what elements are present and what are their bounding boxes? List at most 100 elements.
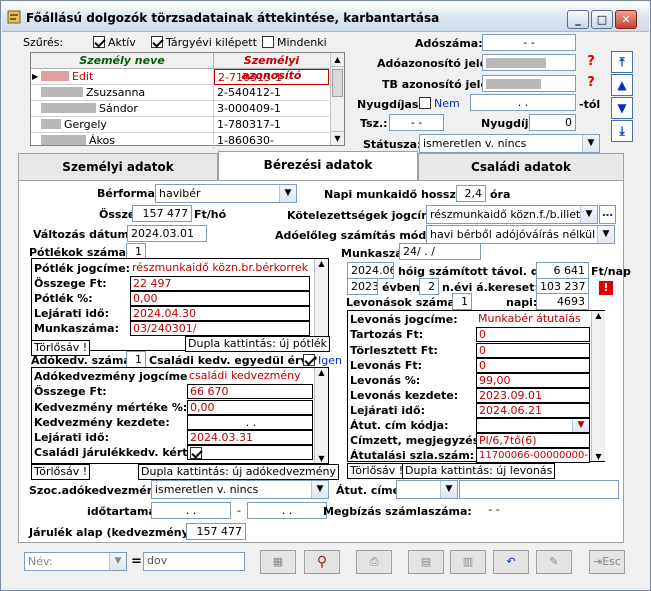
close-button[interactable]: ✕ [615, 10, 637, 29]
lev-kezdete-value[interactable]: 2023.09.01 [476, 388, 590, 403]
nyugdijas-checkbox[interactable]: Nem [419, 97, 460, 110]
table-row-id[interactable]: 1-780317-1 [214, 117, 329, 133]
more-button[interactable]: … [599, 205, 616, 224]
idotartama-from[interactable]: . . [151, 502, 231, 519]
table-row[interactable]: Zsuzsanna [31, 85, 214, 101]
tsz-field[interactable]: - - [389, 114, 444, 131]
save-icon-button[interactable]: ▦ [260, 550, 296, 574]
search-binoculars-button[interactable]: ⚲ [304, 550, 340, 574]
chevron-down-icon[interactable]: ▼ [572, 419, 589, 432]
tab-berezes[interactable]: Bérezési adatok [218, 151, 418, 181]
kedv-jarulek-checkbox[interactable] [187, 445, 313, 460]
lev-pct-value[interactable]: 99,00 [476, 373, 590, 388]
potlek-munkaszam-value[interactable]: 03/240301/ [130, 321, 310, 336]
delete-record-button[interactable]: ✎ [536, 550, 572, 574]
kedv-box[interactable]: Adókedvezmény jogcíme: családi kedvezmén… [31, 367, 329, 464]
kedv-scrollbar[interactable]: ▲ ▼ [314, 368, 328, 463]
search-field-select[interactable]: Név: ▼ [24, 552, 127, 571]
kedv-lejarat-value[interactable]: 2024.03.31 [187, 430, 313, 445]
berforma-select[interactable]: havibér ▼ [155, 184, 297, 203]
table-row-id[interactable]: 2-710315-1 [214, 69, 329, 85]
levonasok-field[interactable]: 1 [452, 293, 472, 310]
chevron-down-icon[interactable]: ▼ [580, 206, 597, 223]
table-row[interactable]: Sándor [31, 101, 214, 117]
valtozas-field[interactable]: 2024.03.01 [127, 225, 207, 242]
table-row[interactable]: Gergely [31, 117, 214, 133]
prev-record-button[interactable]: ▲ [611, 74, 633, 96]
tavol-value[interactable]: 6 641 [536, 262, 589, 279]
exit-button[interactable]: ⇥Esc [589, 550, 625, 574]
table-row[interactable]: Ákos [31, 133, 214, 149]
kedv-kezdete-value[interactable]: . . [187, 415, 313, 430]
warning-icon[interactable]: ! [599, 281, 613, 295]
tab-szemelyi[interactable]: Személyi adatok [18, 153, 218, 181]
kedv-torlosav-button[interactable]: Törlősáv ! [31, 464, 91, 480]
levonas-box[interactable]: Levonás jogcíme: Munkabér átutalás Tarto… [347, 310, 605, 463]
chevron-down-icon[interactable]: ▼ [311, 481, 328, 498]
lev-szla-value[interactable]: 11700066-00000000-203 [476, 448, 590, 463]
lev-torlesztett-value[interactable]: 0 [476, 343, 590, 358]
potlek-pct-value[interactable]: 0,00 [130, 291, 310, 306]
idotartama-to[interactable]: . . [247, 502, 327, 519]
atut-cime-select[interactable]: ▼ [396, 480, 458, 499]
nyugdij-field[interactable]: 0 [529, 114, 576, 131]
adoeloleg-select[interactable]: havi bérből adójóváírás nélkül ▼ [426, 225, 615, 244]
levonas-torlosav-button[interactable]: Törlősáv ! [347, 463, 407, 479]
megbizas-field[interactable]: - - [459, 502, 529, 519]
jogcim-select[interactable]: részmunkaidő közn.f./b.illetm ▼ [426, 205, 598, 224]
jarulek-field[interactable]: 157 477 [186, 523, 246, 540]
tavol-n-field[interactable]: 2 [419, 278, 439, 295]
filter-aktiv-checkbox[interactable]: Aktív [93, 36, 136, 49]
col-header-id[interactable]: Személyi azonosító [214, 53, 329, 82]
chevron-down-icon[interactable]: ▼ [109, 553, 126, 570]
potlek-jogcim-value[interactable]: részmunkaidő közn.br.bérkorrek [130, 261, 310, 276]
chevron-down-icon[interactable]: ▼ [597, 226, 614, 243]
tavol-date-field[interactable]: 2024.06 [347, 262, 394, 279]
szoc-select[interactable]: ismeretlen v. nincs ▼ [151, 480, 329, 499]
lev-ft-value[interactable]: 0 [476, 358, 590, 373]
chevron-down-icon[interactable]: ▼ [582, 135, 599, 152]
munkaszam-field[interactable]: 24/ . / [399, 243, 481, 260]
filter-mindenki-checkbox[interactable]: Mindenki [262, 36, 327, 49]
table-row-id[interactable]: 1-860630- [214, 133, 329, 149]
print-button[interactable]: ⎙ [356, 550, 392, 574]
people-grid[interactable]: Személy neve Személyi azonosító ▶ Edit 2-… [30, 52, 345, 149]
undo-button[interactable]: ↶ [493, 550, 529, 574]
tavol-ev-field[interactable]: 2023 [347, 278, 378, 295]
adoszama-field[interactable]: - - [482, 34, 576, 51]
chevron-down-icon[interactable]: ▼ [279, 185, 296, 202]
lev-tartozas-value[interactable]: 0 [476, 327, 590, 342]
lev-atut-select[interactable]: ▼ [476, 418, 590, 433]
tbazonosito-field[interactable] [482, 75, 576, 92]
people-scrollbar[interactable]: ▲ ▼ [330, 53, 344, 145]
kedv-jogcim-value[interactable]: családi kedvezmény [187, 369, 313, 384]
osszege-value[interactable]: 157 477 [132, 205, 192, 222]
kedv-mertek-value[interactable]: 0,00 [187, 400, 313, 415]
maximize-button[interactable]: □ [591, 10, 613, 29]
nyugdijas-date-field[interactable]: . . [470, 94, 576, 111]
napi-field[interactable]: 2,4 [456, 185, 486, 202]
filter-targyevi-checkbox[interactable]: Tárgyévi kilépett [151, 36, 257, 49]
minimize-button[interactable]: _ [567, 10, 589, 29]
question-icon[interactable]: ? [584, 54, 598, 70]
col-header-name[interactable]: Személy neve [31, 53, 214, 69]
new-record-button[interactable]: ▤ [408, 550, 444, 574]
question-icon[interactable]: ? [584, 75, 598, 91]
table-row[interactable]: ▶ Edit [31, 69, 214, 85]
lev-lejarat-value[interactable]: 2024.06.21 [476, 403, 590, 418]
levonas-scrollbar[interactable]: ▲ ▼ [591, 311, 605, 461]
lev-cimzett-value[interactable]: Pl/6,7tő(6) [476, 433, 590, 448]
search-input[interactable]: dov [143, 552, 245, 571]
kedv-szama-field[interactable]: 1 [126, 351, 146, 368]
first-record-button[interactable]: ⤒ [611, 51, 633, 73]
atut-cime-field[interactable] [459, 480, 619, 499]
chevron-down-icon[interactable]: ▼ [440, 481, 457, 498]
statusza-select[interactable]: ismeretlen v. nincs ▼ [419, 134, 600, 153]
tavol-napi-value[interactable]: 4693 [536, 293, 589, 310]
kedv-osszeg-value[interactable]: 66 670 [187, 384, 313, 399]
tab-csaladi[interactable]: Családi adatok [418, 153, 624, 181]
last-record-button[interactable]: ⤓ [611, 120, 633, 142]
potlek-lejarat-value[interactable]: 2024.04.30 [130, 306, 310, 321]
lev-jogcim-value[interactable]: Munkabér átutalás [476, 312, 590, 327]
table-row-id[interactable]: 3-000409-1 [214, 101, 329, 117]
